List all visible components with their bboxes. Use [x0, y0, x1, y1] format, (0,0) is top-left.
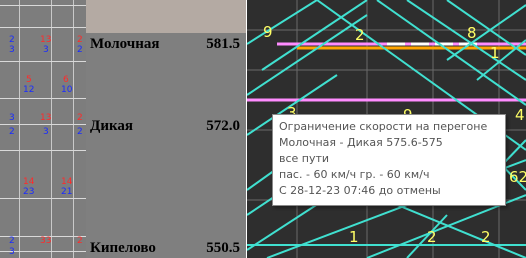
- grid-number: 2: [9, 236, 15, 246]
- grid-number: 12: [23, 85, 35, 95]
- train-number-label: 4: [515, 106, 525, 124]
- grid-number: 13: [40, 113, 52, 123]
- schedule-grid-panel: 2 3 13 2 2 3 5 12 6 10 3 2 13 2 3 2 14 2…: [0, 0, 86, 258]
- train-number-label: 9: [263, 23, 273, 41]
- grid-number: 2: [77, 45, 83, 55]
- tooltip-line: Молочная - Дикая 575.6-575: [279, 136, 443, 149]
- station-row[interactable]: Кипелово 550.5: [90, 240, 240, 258]
- station-name: Дикая: [90, 118, 133, 134]
- tooltip-line: все пути: [279, 152, 330, 165]
- grid-number: 3: [9, 247, 15, 257]
- train-number-label: 62: [509, 168, 526, 186]
- grid-row-line: [0, 5, 86, 6]
- tooltip-line: Ограничение скорости на перегоне: [279, 120, 488, 133]
- train-number-label: 2: [481, 228, 491, 246]
- train-schedule-app: 2 3 13 2 2 3 5 12 6 10 3 2 13 2 3 2 14 2…: [0, 0, 526, 258]
- train-number-label: 1: [349, 228, 359, 246]
- grid-number: 6: [63, 75, 69, 85]
- grid-divider: [73, 0, 74, 258]
- station-km: 550.5: [206, 240, 240, 256]
- tooltip-line: пас. - 60 км/ч гр. - 60 км/ч: [279, 168, 430, 181]
- stations-header-strip: [86, 0, 246, 33]
- grid-number: 3: [43, 45, 49, 55]
- train-number-label: 1: [490, 44, 500, 62]
- grid-number: 2: [77, 127, 83, 137]
- station-name: Молочная: [90, 36, 160, 52]
- grid-number: 10: [61, 85, 73, 95]
- grid-number: 3: [43, 127, 49, 137]
- tooltip-line: С 28-12-23 07:46 до отмены: [279, 184, 441, 197]
- station-row[interactable]: Дикая 572.0: [90, 118, 240, 140]
- grid-row-line: [0, 150, 86, 151]
- grid-number: 2: [9, 127, 15, 137]
- grid-number: 14: [23, 177, 35, 187]
- station-km: 572.0: [206, 118, 240, 134]
- grid-divider: [19, 0, 20, 258]
- train-number-label: 2: [355, 26, 365, 44]
- grid-number: 14: [61, 177, 73, 187]
- grid-number: 21: [61, 187, 73, 197]
- train-number-label: 8: [467, 24, 477, 42]
- grid-number: 23: [23, 187, 35, 197]
- station-km: 581.5: [206, 36, 240, 52]
- grid-number: 2: [9, 35, 15, 45]
- speed-restriction-tooltip: Ограничение скорости на перегоне Молочна…: [272, 114, 506, 206]
- grid-row-line: [0, 124, 86, 125]
- grid-row-line: [0, 27, 86, 28]
- station-name: Кипелово: [90, 240, 156, 256]
- grid-number: 3: [9, 45, 15, 55]
- grid-number: 13: [40, 35, 52, 45]
- grid-number: 5: [26, 75, 32, 85]
- grid-row-line: [0, 98, 86, 99]
- train-number-label: 2: [427, 228, 437, 246]
- grid-number: 2: [77, 35, 83, 45]
- grid-row-line: [0, 198, 86, 199]
- grid-number: 2: [77, 236, 83, 246]
- grid-row-line: [0, 61, 86, 62]
- grid-number: 3: [9, 113, 15, 123]
- grid-number: 33: [40, 236, 52, 246]
- stations-panel: Молочная 581.5 Дикая 572.0 Кипелово 550.…: [86, 0, 246, 258]
- grid-number: 2: [77, 113, 83, 123]
- station-row[interactable]: Молочная 581.5: [90, 36, 240, 58]
